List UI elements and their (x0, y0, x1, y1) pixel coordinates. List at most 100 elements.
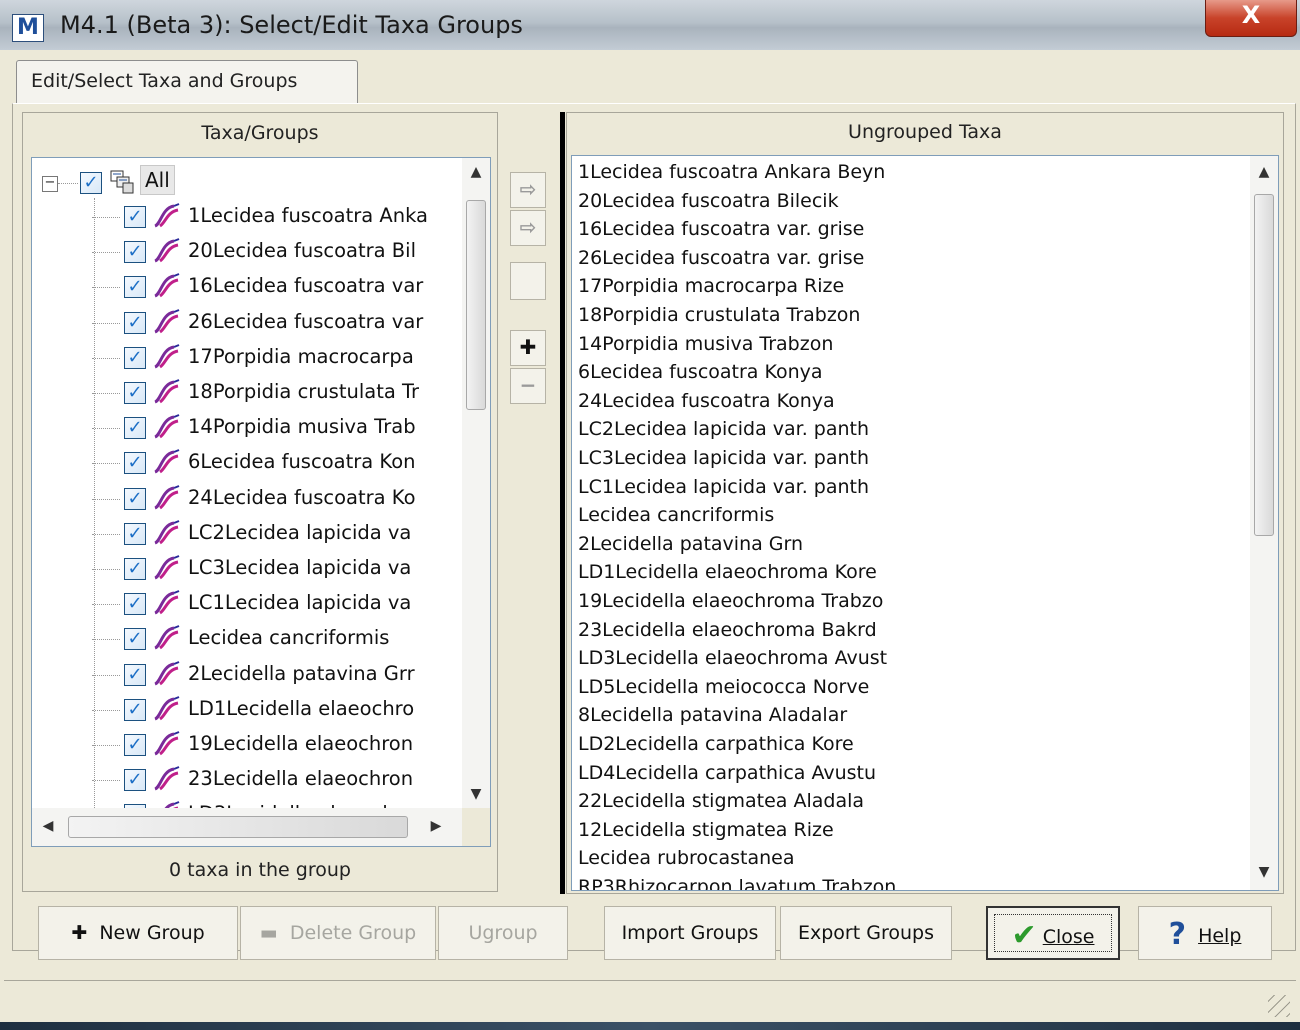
title-bar[interactable]: M M4.1 (Beta 3): Select/Edit Taxa Groups… (0, 0, 1300, 50)
tree-connector (92, 674, 120, 676)
check-icon[interactable]: ✓ (124, 452, 146, 475)
taxa-groups-tree[interactable]: − ✓ All ✓ 1Lecidea fuscoatra Anka ✓ 20Le… (31, 157, 491, 847)
list-item[interactable]: LD2Lecidella carpathica Kore (578, 730, 854, 758)
scroll-left-arrow-icon[interactable]: ◀ (38, 818, 58, 834)
export-groups-label: Export Groups (798, 922, 934, 944)
question-icon: ? (1168, 917, 1186, 952)
list-item[interactable]: LC1Lecidea lapicida var. panth (578, 473, 869, 501)
list-item[interactable]: 24Lecidea fuscoatra Konya (578, 387, 835, 415)
tree-connector (92, 709, 120, 711)
help-button[interactable]: ? Help (1138, 906, 1272, 960)
list-item[interactable]: 19Lecidella elaeochroma Trabzo (578, 587, 883, 615)
tree-connector (92, 745, 120, 746)
collapse-minus-button[interactable]: − (510, 368, 546, 404)
list-item[interactable]: LD1Lecidella elaeochroma Kore (578, 558, 877, 586)
tree-item-label: Lecidea cancriformis (188, 626, 390, 650)
check-icon[interactable]: ✓ (80, 172, 102, 194)
list-item[interactable]: Lecidea rubrocastanea (578, 844, 795, 872)
tree-item-label: LC3Lecidea lapicida va (188, 556, 412, 579)
new-group-button[interactable]: ✚ New Group (38, 906, 238, 960)
check-icon[interactable]: ✓ (124, 382, 146, 404)
tree-horizontal-scrollbar[interactable]: ◀ ▶ (32, 808, 462, 846)
add-to-group-button[interactable]: ⇨ (510, 172, 546, 208)
close-button[interactable]: ✔ Close (986, 906, 1120, 960)
tree-item-label: 14Porpidia musiva Trab (188, 415, 416, 439)
list-item[interactable]: 20Lecidea fuscoatra Bilecik (578, 187, 839, 215)
list-item[interactable]: 16Lecidea fuscoatra var. grise (578, 215, 864, 243)
ungrouped-taxa-list[interactable]: 1Lecidea fuscoatra Ankara Beyn 20Lecidea … (571, 155, 1279, 891)
taxon-curve-icon (152, 554, 182, 582)
check-icon[interactable]: ✓ (124, 698, 146, 721)
scroll-down-arrow-icon[interactable]: ▼ (462, 786, 490, 802)
tree-item-label: 6Lecidea fuscoatra Kon (188, 450, 416, 474)
delete-group-button[interactable]: ▬ Delete Group (240, 906, 436, 960)
taxon-curve-icon (152, 765, 182, 793)
scroll-up-arrow-icon[interactable]: ▲ (1250, 164, 1278, 180)
group-count-status: 0 taxa in the group (169, 859, 351, 881)
list-item[interactable]: LD3Lecidella elaeochroma Avust (578, 644, 887, 672)
ungroup-button[interactable]: Ugroup (438, 906, 568, 960)
add-all-to-group-button[interactable]: ⇨ (510, 210, 546, 246)
check-icon[interactable]: ✓ (124, 206, 146, 228)
list-item[interactable]: 23Lecidella elaeochroma Bakrd (578, 616, 877, 644)
check-icon[interactable]: ✓ (124, 417, 146, 440)
tree-connector (92, 463, 120, 465)
check-icon[interactable]: ✓ (124, 311, 146, 334)
check-icon[interactable]: ✓ (124, 522, 146, 545)
list-item[interactable]: 17Porpidia macrocarpa Rize (578, 272, 844, 300)
tree-item-label: LC1Lecidea lapicida va (188, 591, 412, 615)
panel-splitter[interactable] (560, 112, 565, 894)
list-vertical-scrollbar[interactable]: ▲ ▼ (1250, 156, 1278, 890)
window-bottom-edge (0, 1022, 1300, 1030)
check-icon[interactable]: ✓ (124, 558, 146, 580)
list-item[interactable]: 8Lecidella patavina Aladalar (578, 701, 847, 729)
import-groups-button[interactable]: Import Groups (604, 906, 776, 960)
tab-edit-select[interactable]: Edit/Select Taxa and Groups (16, 60, 358, 104)
list-item[interactable]: 12Lecidella stigmatea Rize (578, 816, 834, 844)
tree-hscroll-thumb[interactable] (68, 816, 408, 838)
tree-vertical-scrollbar[interactable]: ▲ ▼ (462, 158, 490, 808)
list-item[interactable]: Lecidea cancriformis (578, 501, 774, 529)
dialog-client: Edit/Select Taxa and Groups Taxa/Groups … (4, 50, 1296, 1022)
tree-connector (92, 252, 120, 254)
tree-connector (92, 428, 120, 430)
scroll-right-arrow-icon[interactable]: ▶ (426, 818, 446, 834)
list-item[interactable]: 26Lecidea fuscoatra var. grise (578, 244, 864, 272)
list-item[interactable]: 6Lecidea fuscoatra Konya (578, 358, 823, 386)
check-icon[interactable]: ✓ (124, 734, 146, 756)
ungrouped-taxa-panel: Ungrouped Taxa 1Lecidea fuscoatra Ankara… (566, 112, 1284, 894)
window-close-button[interactable]: X (1205, 0, 1297, 37)
export-groups-button[interactable]: Export Groups (780, 906, 952, 960)
tree-connector (92, 498, 120, 500)
list-item[interactable]: 1Lecidea fuscoatra Ankara Beyn (578, 158, 885, 186)
list-item[interactable]: 14Porpidia musiva Trabzon (578, 330, 833, 358)
check-icon[interactable]: ✓ (124, 276, 146, 299)
check-icon[interactable]: ✓ (124, 628, 146, 651)
list-item[interactable]: LC2Lecidea lapicida var. panth (578, 415, 869, 443)
collapse-icon[interactable]: − (42, 176, 58, 192)
check-icon[interactable]: ✓ (124, 487, 146, 510)
help-label: Help (1198, 925, 1242, 947)
list-item[interactable]: LD4Lecidella carpathica Avustu (578, 759, 876, 787)
list-item[interactable]: 2Lecidella patavina Grn (578, 530, 803, 558)
list-item[interactable]: 22Lecidella stigmatea Aladala (578, 787, 864, 815)
check-icon[interactable]: ✓ (124, 593, 146, 616)
expand-plus-button[interactable]: ✚ (510, 330, 546, 366)
blank-mid-button[interactable] (510, 262, 546, 300)
scroll-down-arrow-icon[interactable]: ▼ (1250, 864, 1278, 880)
ungrouped-taxa-header: Ungrouped Taxa (848, 121, 1002, 143)
list-item[interactable]: 18Porpidia crustulata Trabzon (578, 301, 860, 329)
check-icon[interactable]: ✓ (124, 346, 146, 369)
check-icon[interactable]: ✓ (124, 241, 146, 264)
list-item[interactable]: LD5Lecidella meiococca Norve (578, 673, 869, 701)
scroll-up-arrow-icon[interactable]: ▲ (462, 164, 490, 180)
list-item[interactable]: LC3Lecidea lapicida var. panth (578, 444, 869, 472)
minus-icon: ▬ (259, 922, 278, 944)
list-item[interactable]: RP3Rhizocarpon lavatum Trabzon (578, 873, 896, 890)
check-icon[interactable]: ✓ (124, 769, 146, 792)
tree-scroll-thumb[interactable] (466, 200, 486, 410)
resize-grip-icon[interactable] (1268, 995, 1290, 1017)
plus-icon: ✚ (71, 922, 88, 944)
list-scroll-thumb[interactable] (1254, 194, 1274, 536)
check-icon[interactable]: ✓ (124, 663, 146, 686)
